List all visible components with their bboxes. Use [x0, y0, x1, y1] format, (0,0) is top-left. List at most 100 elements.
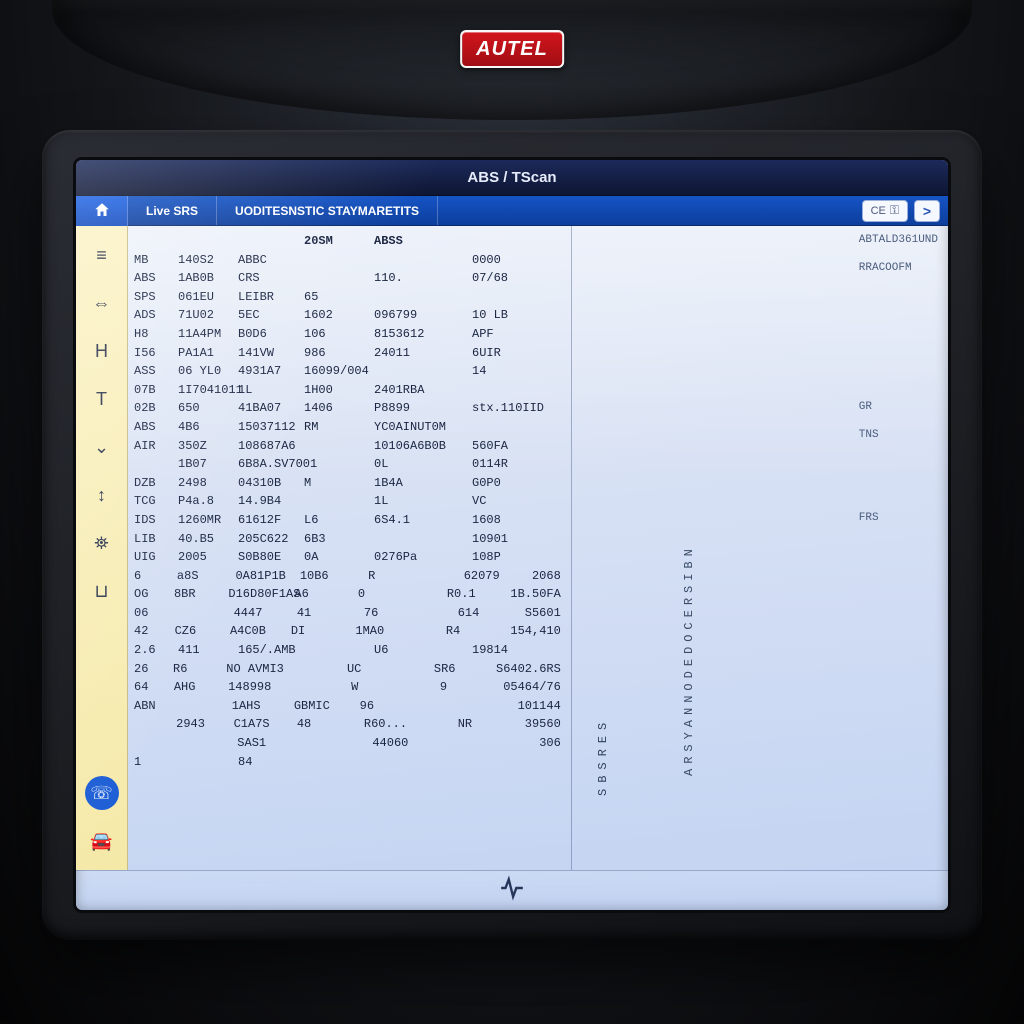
cell: H8: [134, 325, 178, 344]
table-row[interactable]: 2.6411165/.AMBU619814: [134, 641, 561, 660]
home-tab[interactable]: [76, 196, 128, 226]
cell: 42: [134, 622, 175, 641]
table-row[interactable]: ABS1AB0BCRS110.07/68: [134, 269, 561, 288]
sidebar-down[interactable]: ⌄: [85, 430, 119, 464]
cell: U6: [374, 641, 472, 660]
right-label-1: ABTALD361UND: [859, 232, 938, 250]
next-button[interactable]: >: [914, 200, 940, 222]
cell: 44060: [372, 734, 469, 753]
cell: 110.: [374, 269, 472, 288]
cell: 108687A6: [238, 437, 304, 456]
car-icon: 🚘: [90, 831, 112, 852]
cell: 1L: [374, 492, 472, 511]
cell: 0A81P1B: [235, 567, 299, 586]
table-row[interactable]: ASS06 YL04931A716099/00414: [134, 362, 561, 381]
table-row[interactable]: ABN1AHSGBMIC96101144: [134, 697, 561, 716]
cell: W: [351, 678, 440, 697]
right-label-2: RRACOOFM: [859, 260, 938, 278]
cell: UIG: [134, 548, 178, 567]
cell: 07/68: [472, 269, 542, 288]
table-header-row: 20SMABSS: [134, 232, 561, 251]
cell: P4a.8: [178, 492, 238, 511]
table-row[interactable]: 26R6NO AVMI3UCSR6S6402.6RS: [134, 660, 561, 679]
tab-diagnostic[interactable]: UODITESNSTIC STAYMARETITS: [217, 196, 438, 225]
sidebar-up[interactable]: ↕: [85, 478, 119, 512]
sidebar-u[interactable]: ⊔: [85, 574, 119, 608]
table-row[interactable]: 64AHG148998W905464/76: [134, 678, 561, 697]
table-row[interactable]: 184: [134, 753, 561, 772]
cell: 02B: [134, 399, 178, 418]
table-row[interactable]: 1B076B8A.SV70010L0114R: [134, 455, 561, 474]
table-row[interactable]: 07B1I70410111L1H002401RBA: [134, 381, 561, 400]
sidebar-set[interactable]: ⛯: [85, 526, 119, 560]
cell: 4931A7: [238, 362, 304, 381]
data-table[interactable]: 20SMABSSMB140S2ABBC0000ABS1AB0BCRS110.07…: [128, 226, 571, 870]
cell: C1A7S: [234, 715, 297, 734]
cell: [134, 455, 178, 474]
cell: 06: [134, 604, 176, 623]
cell: ABSS: [374, 232, 472, 251]
table-row[interactable]: 2943C1A7S48R60...NR39560: [134, 715, 561, 734]
cell: [303, 734, 373, 753]
table-row[interactable]: 02B65041BA071406P8899stx.110IID: [134, 399, 561, 418]
table-row[interactable]: OG8BRD16D80F1ASA60R0.11B.50FA: [134, 585, 561, 604]
table-row[interactable]: AIR350Z108687A610106A6B0B560FA: [134, 437, 561, 456]
cell: R6: [173, 660, 226, 679]
cell: 24011: [374, 344, 472, 363]
sidebar-menu[interactable]: ≡: [85, 238, 119, 272]
table-row[interactable]: 0644474176614S5601: [134, 604, 561, 623]
cell: PA1A1: [178, 344, 238, 363]
cell: 154,410: [510, 622, 560, 641]
sidebar-t[interactable]: T: [85, 382, 119, 416]
cell: [176, 604, 233, 623]
table-row[interactable]: LIB40.B5205C6226B310901: [134, 530, 561, 549]
cell: 108P: [472, 548, 542, 567]
cell: R4: [446, 622, 511, 641]
cell: 560FA: [472, 437, 542, 456]
table-row[interactable]: 42CZ6A4C0BDI1MA0R4154,410: [134, 622, 561, 641]
table-row[interactable]: ADS71U025EC160209679910 LB: [134, 306, 561, 325]
sidebar-headset[interactable]: ☏: [85, 776, 119, 810]
cell: S5601: [525, 604, 561, 623]
table-row[interactable]: TCGP4a.814.9B41LVC: [134, 492, 561, 511]
cell: P8899: [374, 399, 472, 418]
cell: [134, 232, 178, 251]
cell: TCG: [134, 492, 178, 511]
activity-icon[interactable]: [499, 875, 525, 906]
cell: 1I7041011: [178, 381, 238, 400]
t-icon: T: [96, 389, 107, 410]
content-body: ≡ ⇔ H T ⌄ ↕ ⛯ ⊔ ☏ 🚘 20SMABSSMB140S2ABBC0…: [76, 226, 948, 870]
ce-badge[interactable]: CE ⚿: [862, 200, 908, 222]
cell: 1260MR: [178, 511, 238, 530]
table-row[interactable]: IDS1260MR61612FL66S4.11608: [134, 511, 561, 530]
table-row[interactable]: H811A4PMB0D61068153612APF: [134, 325, 561, 344]
table-row[interactable]: DZB249804310BM1B4AG0P0: [134, 474, 561, 493]
cell: 1B07: [178, 455, 238, 474]
table-row[interactable]: SPS061EULEIBR65: [134, 288, 561, 307]
sidebar-expand[interactable]: ⇔: [85, 286, 119, 320]
cell: [304, 753, 374, 772]
cell: [304, 251, 374, 270]
cell: ABBC: [238, 251, 304, 270]
cell: 96: [360, 697, 452, 716]
table-row[interactable]: I56PA1A1141VW986240116UIR: [134, 344, 561, 363]
table-row[interactable]: ABS4B615037112RMYC0AINUT0M: [134, 418, 561, 437]
sidebar-h[interactable]: H: [85, 334, 119, 368]
cell: 4447: [234, 604, 297, 623]
cell: [134, 715, 176, 734]
footer-bar: [76, 870, 948, 910]
table-row[interactable]: UIG2005S0B80E0A0276Pa108P: [134, 548, 561, 567]
cell: SAS1: [237, 734, 303, 753]
cell: ABS: [134, 269, 178, 288]
cell: [304, 455, 374, 474]
table-row[interactable]: 6a8S0A81P1B10B6R620792068: [134, 567, 561, 586]
cell: 1L: [238, 381, 304, 400]
cell: 165/.AMB: [238, 641, 304, 660]
cell: 061EU: [178, 288, 238, 307]
table-row[interactable]: SAS144060306: [134, 734, 561, 753]
cell: 986: [304, 344, 374, 363]
cell: 20SM: [304, 232, 374, 251]
table-row[interactable]: MB140S2ABBC0000: [134, 251, 561, 270]
sidebar-car[interactable]: 🚘: [85, 824, 119, 858]
tab-live[interactable]: Live SRS: [128, 196, 217, 225]
